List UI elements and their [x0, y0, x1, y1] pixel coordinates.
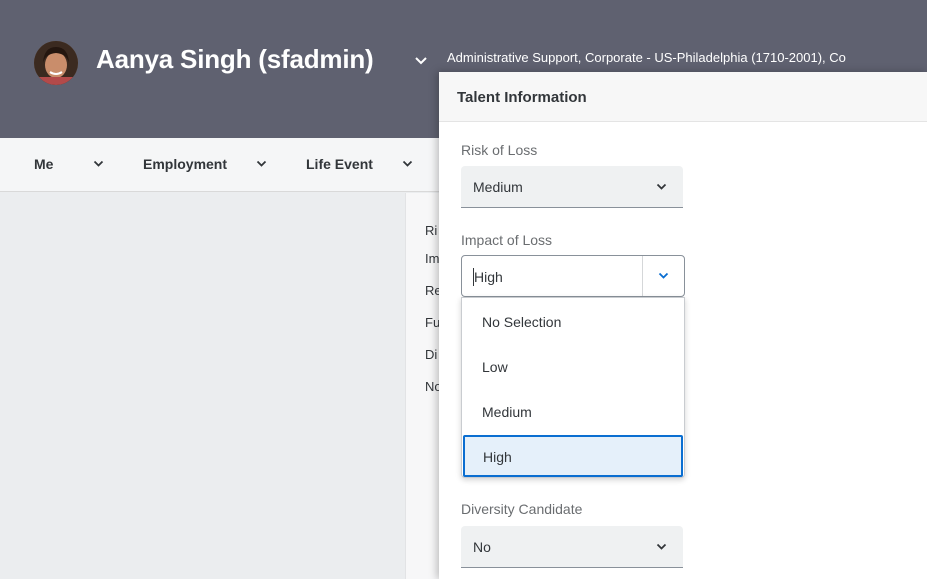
- background-label: Ri: [425, 223, 438, 238]
- talent-information-dialog: Talent Information Risk of Loss Medium I…: [439, 72, 927, 579]
- chevron-down-icon[interactable]: [256, 160, 267, 168]
- chevron-down-icon: [656, 183, 667, 190]
- background-label: Im: [425, 251, 439, 266]
- background-label: Fu: [425, 315, 439, 330]
- option-label: High: [483, 449, 512, 465]
- impact-of-loss-label: Impact of Loss: [461, 232, 553, 248]
- chevron-down-icon[interactable]: [414, 56, 428, 66]
- diversity-candidate-select[interactable]: No: [461, 526, 683, 568]
- background-label: Di: [425, 347, 438, 362]
- text-cursor: [473, 268, 474, 286]
- user-subtitle: Administrative Support, Corporate - US-P…: [447, 50, 846, 65]
- dialog-title: Talent Information: [457, 89, 587, 106]
- dialog-header: Talent Information: [439, 72, 927, 122]
- left-panel: [0, 193, 405, 579]
- background-label: No: [425, 379, 439, 394]
- risk-of-loss-label: Risk of Loss: [461, 142, 538, 158]
- option-high[interactable]: High: [463, 435, 683, 477]
- option-medium[interactable]: Medium: [462, 390, 684, 434]
- chevron-down-icon[interactable]: [402, 160, 413, 168]
- nav-item-me[interactable]: Me: [34, 156, 53, 172]
- nav-item-employment[interactable]: Employment: [143, 156, 227, 172]
- chevron-down-icon: [656, 543, 667, 550]
- user-name[interactable]: Aanya Singh (sfadmin): [96, 44, 374, 75]
- option-low[interactable]: Low: [462, 345, 684, 389]
- background-label: Re: [425, 283, 439, 298]
- nav-item-life-event[interactable]: Life Event: [306, 156, 373, 172]
- option-no-selection[interactable]: No Selection: [462, 300, 684, 344]
- impact-of-loss-options-list: No Selection Low Medium High: [461, 297, 685, 478]
- chevron-down-icon: [658, 272, 669, 279]
- impact-of-loss-combobox[interactable]: High: [461, 255, 685, 297]
- diversity-candidate-value: No: [473, 539, 491, 555]
- impact-of-loss-value: High: [474, 269, 503, 285]
- avatar-image: [34, 41, 78, 85]
- option-label: Medium: [482, 404, 532, 420]
- diversity-candidate-label: Diversity Candidate: [461, 501, 583, 517]
- risk-of-loss-value: Medium: [473, 179, 523, 195]
- impact-of-loss-dropdown-button[interactable]: [642, 256, 684, 296]
- option-label: Low: [482, 359, 508, 375]
- risk-of-loss-select[interactable]: Medium: [461, 166, 683, 208]
- chevron-down-icon[interactable]: [93, 160, 104, 168]
- option-label: No Selection: [482, 314, 562, 330]
- user-avatar[interactable]: [34, 41, 78, 85]
